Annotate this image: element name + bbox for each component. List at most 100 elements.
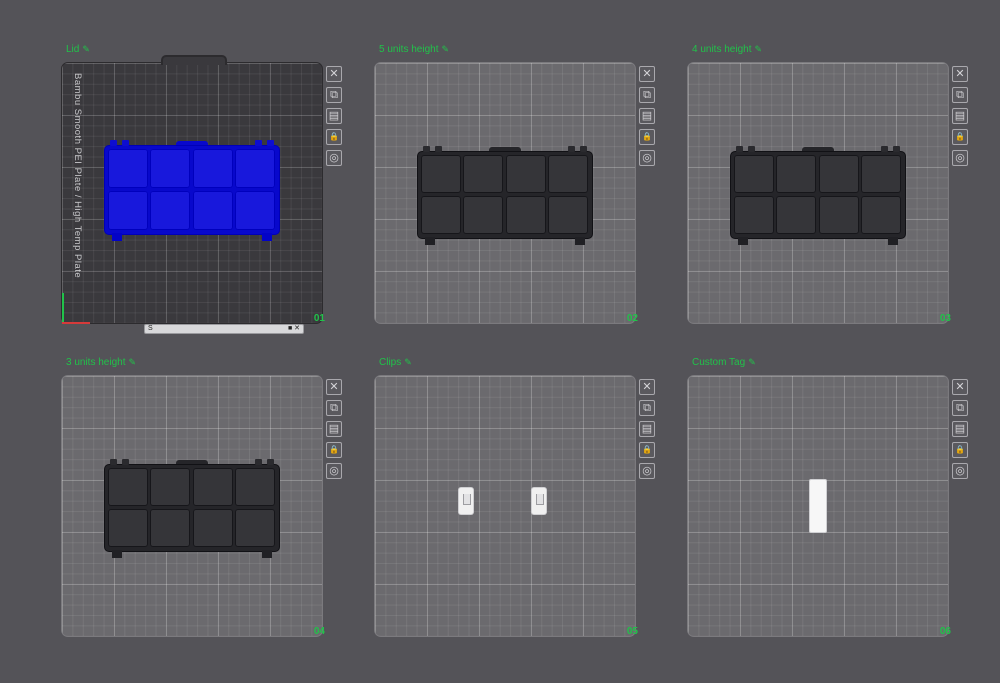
build-plate[interactable]: Bambu Smooth PEI Plate / High Temp Plate… (61, 62, 323, 334)
edit-pencil-icon[interactable]: ✎ (404, 357, 412, 367)
close-icon[interactable]: ✕ (326, 66, 342, 82)
build-plate[interactable] (374, 375, 636, 637)
plate-cell-01: Lid ✎ Bambu Smooth PEI Plate / High Temp P… (61, 42, 351, 334)
arrange-icon[interactable]: ▤ (952, 421, 968, 437)
edit-pencil-icon[interactable]: ✎ (82, 44, 90, 54)
plate-title[interactable]: 4 units height ✎ (692, 42, 762, 56)
plate-number: 05 (626, 626, 638, 637)
box-lid-bump (176, 460, 208, 464)
box-compartment (150, 190, 191, 230)
arrange-icon[interactable]: ▤ (326, 108, 342, 124)
box-lid-bump (489, 147, 521, 151)
box-compartment (734, 155, 774, 193)
edit-pencil-icon[interactable]: ✎ (129, 357, 137, 367)
auto-orient-icon[interactable]: ⧉ (952, 87, 968, 103)
lock-icon[interactable]: 🔒 (952, 129, 968, 145)
build-plate[interactable] (374, 62, 636, 324)
box-compartment (421, 155, 461, 193)
arrange-icon[interactable]: ▤ (639, 108, 655, 124)
box-compartment (776, 195, 817, 234)
plate-toolbar: ✕ ⧉ ▤ 🔒 ◎ (326, 379, 342, 484)
close-icon[interactable]: ✕ (639, 66, 655, 82)
auto-orient-icon[interactable]: ⧉ (952, 400, 968, 416)
plate-number: 01 (313, 313, 325, 324)
auto-orient-icon[interactable]: ⧉ (639, 87, 655, 103)
y-axis-indicator (62, 293, 64, 323)
box-compartment (108, 149, 148, 188)
auto-orient-icon[interactable]: ⧉ (326, 400, 342, 416)
plate-title-text: 5 units height (379, 44, 439, 55)
close-icon[interactable]: ✕ (326, 379, 342, 395)
box-hinge-foot (262, 233, 272, 241)
plate-title-text: 4 units height (692, 44, 752, 55)
edit-pencil-icon[interactable]: ✎ (442, 44, 450, 54)
plate-title[interactable]: Custom Tag ✎ (692, 355, 756, 369)
edit-pencil-icon[interactable]: ✎ (748, 357, 756, 367)
plate-cell-05: Clips ✎ 05 ✕ ⧉ ▤ 🔒 ◎ (374, 355, 664, 645)
box-hinge-foot (262, 550, 272, 558)
settings-icon[interactable]: ◎ (639, 150, 655, 166)
lock-icon[interactable]: 🔒 (326, 129, 342, 145)
plate-cell-02: 5 units height ✎ 02 ✕ ⧉ ▤ 🔒 ◎ (374, 42, 664, 332)
plate-title[interactable]: 3 units height ✎ (66, 355, 136, 369)
settings-icon[interactable]: ◎ (326, 150, 342, 166)
settings-icon[interactable]: ◎ (326, 463, 342, 479)
box-latch-tab (267, 140, 274, 146)
box-compartment (108, 468, 148, 506)
plate-title-text: Lid (66, 44, 80, 55)
box-latch-tab (122, 140, 129, 146)
box-latch-tab (122, 459, 129, 465)
clip-model[interactable] (459, 488, 473, 514)
box-compartment (108, 508, 148, 547)
box-compartment (818, 155, 859, 193)
plate-number: 03 (939, 313, 951, 324)
plate-status-right: ■ ✕ (287, 325, 300, 332)
close-icon[interactable]: ✕ (639, 379, 655, 395)
lock-icon[interactable]: 🔒 (639, 129, 655, 145)
arrange-icon[interactable]: ▤ (639, 421, 655, 437)
box-latch-tab (435, 146, 442, 152)
plate-toolbar: ✕ ⧉ ▤ 🔒 ◎ (639, 379, 655, 484)
arrange-icon[interactable]: ▤ (326, 421, 342, 437)
clip-model[interactable] (532, 488, 546, 514)
box-compartment (776, 155, 817, 193)
storage-box-model[interactable] (104, 140, 280, 241)
build-plate[interactable] (687, 375, 949, 637)
lock-icon[interactable]: 🔒 (326, 442, 342, 458)
storage-box-model[interactable] (104, 459, 280, 558)
plate-title[interactable]: Lid ✎ (66, 42, 90, 56)
plate-handle (161, 55, 227, 65)
settings-icon[interactable]: ◎ (639, 463, 655, 479)
box-latch-tab (110, 459, 117, 465)
settings-icon[interactable]: ◎ (952, 463, 968, 479)
plate-title-text: Custom Tag (692, 357, 746, 368)
auto-orient-icon[interactable]: ⧉ (326, 87, 342, 103)
box-hinge-foot (112, 550, 122, 558)
close-icon[interactable]: ✕ (952, 66, 968, 82)
build-plate[interactable] (61, 375, 323, 637)
box-compartment (192, 508, 233, 547)
settings-icon[interactable]: ◎ (952, 150, 968, 166)
box-hinge-foot (738, 237, 748, 245)
plate-title[interactable]: Clips ✎ (379, 355, 412, 369)
storage-box-model[interactable] (730, 146, 906, 245)
custom-tag-model[interactable] (810, 480, 826, 532)
box-latch-tab (255, 459, 262, 465)
box-compartment (505, 155, 546, 193)
plate-cell-03: 4 units height ✎ 03 ✕ ⧉ ▤ 🔒 ◎ (687, 42, 977, 332)
lock-icon[interactable]: 🔒 (952, 442, 968, 458)
box-hinge-foot (425, 237, 435, 245)
box-compartment (547, 195, 588, 234)
build-plate[interactable] (687, 62, 949, 324)
box-compartment (463, 155, 504, 193)
close-icon[interactable]: ✕ (952, 379, 968, 395)
edit-pencil-icon[interactable]: ✎ (755, 44, 763, 54)
lock-icon[interactable]: 🔒 (639, 442, 655, 458)
storage-box-model[interactable] (417, 146, 593, 245)
box-compartment (421, 195, 461, 234)
box-latch-tab (568, 146, 575, 152)
auto-orient-icon[interactable]: ⧉ (639, 400, 655, 416)
arrange-icon[interactable]: ▤ (952, 108, 968, 124)
plate-title[interactable]: 5 units height ✎ (379, 42, 449, 56)
plate-status-bar: S ■ ✕ (144, 324, 304, 334)
